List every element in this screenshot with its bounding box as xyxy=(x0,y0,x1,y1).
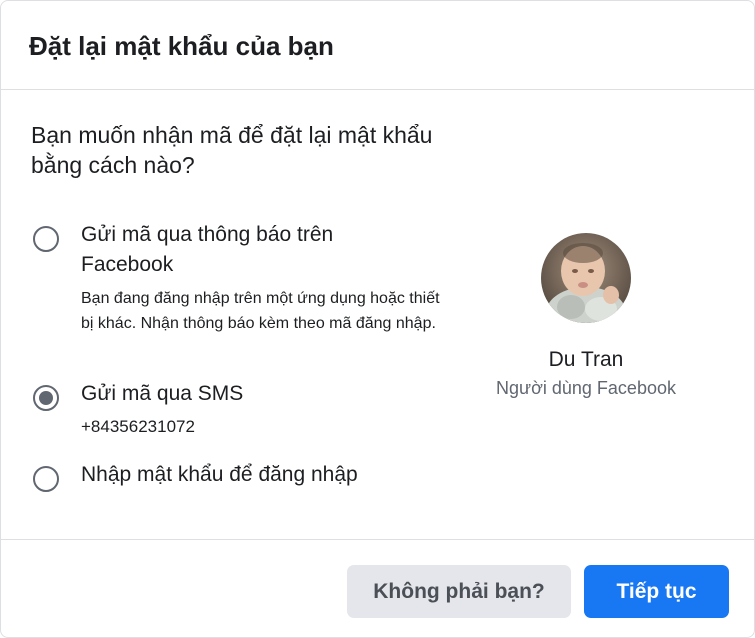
reset-password-dialog: Đặt lại mật khẩu của bạn Bạn muốn nhận m… xyxy=(0,0,755,638)
avatar xyxy=(541,233,631,323)
dialog-title: Đặt lại mật khẩu của bạn xyxy=(29,31,334,61)
dialog-header: Đặt lại mật khẩu của bạn xyxy=(1,1,754,90)
option-facebook-notification-description: Bạn đang đăng nhập trên một ứng dụng hoặ… xyxy=(81,290,440,332)
profile-card: Du Tran Người dùng Facebook xyxy=(471,233,701,400)
radio-facebook-notification[interactable] xyxy=(33,226,59,252)
reset-method-question: Bạn muốn nhận mã để đặt lại mật khẩu bằn… xyxy=(31,122,433,178)
option-sms-phone-number: +84356231072 xyxy=(81,417,195,436)
profile-subtitle: Người dùng Facebook xyxy=(496,378,676,398)
dialog-body: Bạn muốn nhận mã để đặt lại mật khẩu bằn… xyxy=(1,90,754,540)
option-enter-password-label: Nhập mật khẩu để đăng nhập xyxy=(81,463,358,486)
dialog-footer: Không phải bạn? Tiếp tục xyxy=(1,540,754,636)
not-you-button[interactable]: Không phải bạn? xyxy=(347,565,571,618)
continue-button[interactable]: Tiếp tục xyxy=(584,565,729,618)
radio-sms[interactable] xyxy=(33,385,59,411)
option-sms-label: Gửi mã qua SMS xyxy=(81,382,244,405)
radio-enter-password[interactable] xyxy=(33,466,59,492)
avatar-image xyxy=(541,233,631,323)
option-sms[interactable]: Gửi mã qua SMS +84356231072 xyxy=(33,379,243,439)
option-enter-password[interactable]: Nhập mật khẩu để đăng nhập xyxy=(33,460,358,492)
option-facebook-notification[interactable]: Gửi mã qua thông báo trên Facebook Bạn đ… xyxy=(33,220,451,336)
option-facebook-notification-label: Gửi mã qua thông báo trên Facebook xyxy=(81,223,334,276)
profile-name: Du Tran xyxy=(548,348,624,371)
